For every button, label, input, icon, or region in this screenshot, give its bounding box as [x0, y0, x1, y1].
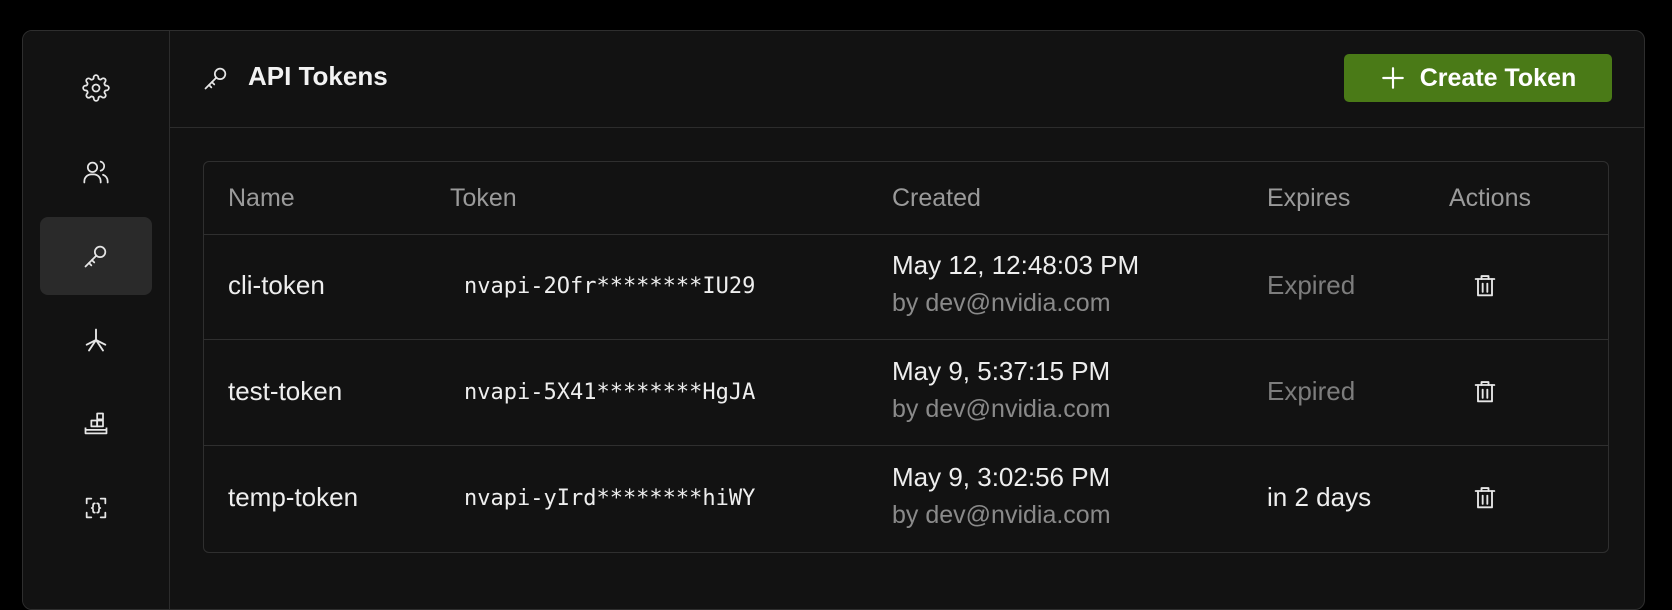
column-header-created: Created	[892, 184, 981, 212]
plus-icon	[1381, 67, 1404, 89]
token-name: cli-token	[228, 270, 325, 300]
key-icon	[204, 67, 227, 90]
trash-icon[interactable]	[1471, 484, 1499, 512]
sidebar-item-asterisk[interactable]	[40, 301, 152, 379]
table-row: cli-token nvapi-2Ofr********IU29 May 12,…	[204, 234, 1608, 340]
token-value: nvapi-yIrd********hiWY	[464, 486, 756, 511]
table-row: test-token nvapi-5X41********HgJA May 9,…	[204, 340, 1608, 446]
token-created: May 12, 12:48:03 PM by dev@nvidia.com	[892, 250, 1139, 318]
create-token-button[interactable]: Create Token	[1344, 54, 1612, 102]
sidebar-item-settings[interactable]	[40, 49, 152, 127]
app-window: API Tokens Create Token Name Token Creat…	[22, 30, 1645, 610]
token-name: test-token	[228, 376, 343, 406]
token-expires: Expired	[1267, 376, 1356, 406]
created-date: May 12, 12:48:03 PM	[892, 250, 1140, 280]
created-date: May 9, 5:37:15 PM	[892, 356, 1111, 386]
braces-icon	[85, 497, 107, 519]
gear-icon	[82, 74, 110, 102]
create-token-label: Create Token	[1419, 63, 1577, 92]
tokens-table: Name Token Created Expires Actions cli-t…	[203, 161, 1609, 553]
token-value: nvapi-5X41********HgJA	[464, 380, 756, 405]
sidebar-item-json-schema[interactable]	[40, 469, 152, 547]
page-header: API Tokens Create Token	[170, 31, 1644, 128]
page-title: API Tokens	[248, 61, 388, 91]
created-by: by dev@nvidia.com	[892, 289, 1111, 317]
column-header-actions: Actions	[1449, 184, 1531, 212]
column-header-expires: Expires	[1267, 184, 1351, 212]
key-icon	[84, 245, 107, 268]
token-expires: Expired	[1267, 270, 1356, 300]
table-header: Name Token Created Expires Actions	[204, 162, 1608, 235]
sidebar-item-users[interactable]	[40, 133, 152, 211]
created-by: by dev@nvidia.com	[892, 395, 1111, 423]
sidebar-item-api-tokens[interactable]	[40, 217, 152, 295]
token-value: nvapi-2Ofr********IU29	[464, 274, 756, 299]
created-by: by dev@nvidia.com	[892, 501, 1111, 529]
trash-icon[interactable]	[1471, 378, 1499, 406]
users-icon	[83, 160, 109, 184]
column-header-name: Name	[228, 184, 295, 212]
trash-icon[interactable]	[1471, 272, 1499, 300]
token-created: May 9, 5:37:15 PM by dev@nvidia.com	[892, 356, 1111, 424]
blocks-icon	[84, 412, 108, 435]
table-row: temp-token nvapi-yIrd********hiWY May 9,…	[204, 446, 1608, 551]
token-name: temp-token	[228, 482, 359, 512]
token-created: May 9, 3:02:56 PM by dev@nvidia.com	[892, 462, 1111, 530]
asterisk-icon	[85, 328, 107, 352]
main-panel: API Tokens Create Token Name Token Creat…	[170, 31, 1644, 609]
token-expires: in 2 days	[1267, 482, 1372, 512]
sidebar-item-deployments[interactable]	[40, 385, 152, 463]
sidebar	[23, 31, 170, 609]
created-date: May 9, 3:02:56 PM	[892, 462, 1111, 492]
column-header-token: Token	[450, 184, 517, 212]
